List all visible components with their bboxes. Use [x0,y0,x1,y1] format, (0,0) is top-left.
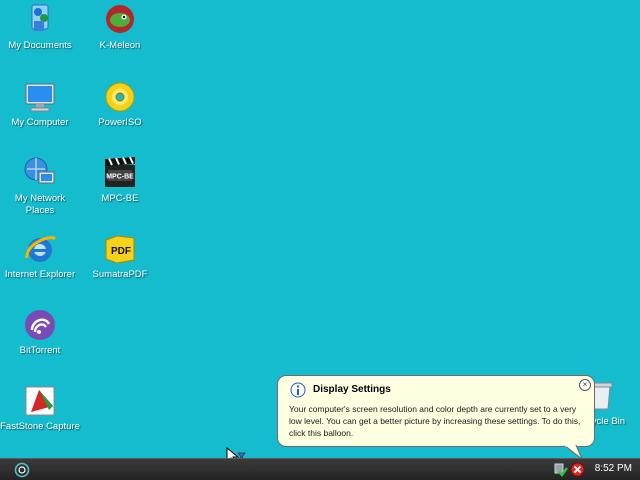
display-settings-balloon[interactable]: Display Settings × Your computer's scree… [277,375,595,447]
k-meleon-icon [106,5,134,33]
svg-text:MPC-BE: MPC-BE [106,174,134,181]
mpc-be-icon: MPC-BE [105,156,135,187]
balloon-close-button[interactable]: × [579,379,591,391]
desktop-icon-label: BitTorrent [19,345,61,356]
info-icon [290,382,306,398]
desktop-icon-sumatrapdf[interactable]: PDF SumatraPDF [80,232,160,281]
desktop-icon-label: Internet Explorer [4,269,76,280]
start-button-icon[interactable] [14,462,30,478]
network-places-icon [24,157,55,184]
my-documents-icon [31,4,49,31]
desktop-icon-label: My Computer [11,117,69,128]
desktop-icon-internet-explorer[interactable]: Internet Explorer [0,232,80,281]
desktop-icon-bittorrent[interactable]: BitTorrent [0,308,80,357]
taskbar: 8:52 PM [0,458,640,480]
desktop-icon-label: K-Meleon [99,40,141,51]
desktop-icon-label: PowerISO [98,117,142,128]
security-alert-icon[interactable] [570,462,585,477]
desktop-icon-label: MPC-BE [101,193,139,204]
sumatrapdf-icon: PDF [105,235,135,264]
balloon-title: Display Settings [313,384,391,395]
svg-text:PDF: PDF [111,246,131,257]
balloon-message: Your computer's screen resolution and co… [289,404,581,438]
my-computer-icon [25,83,55,112]
desktop-icon-label: My Documents [8,40,72,51]
desktop-icon-my-network-places[interactable]: My Network Places [0,156,80,217]
system-tray: 8:52 PM [548,459,640,480]
desktop-icon-my-computer[interactable]: My Computer [0,80,80,129]
desktop-icon-k-meleon[interactable]: K-Meleon [80,3,160,52]
network-status-icon[interactable] [553,462,568,477]
desktop-icon-faststone-capture[interactable]: FastStone Capture [0,384,80,433]
desktop-icon-label: FastStone Capture [0,421,80,432]
internet-explorer-icon [25,236,57,262]
desktop-icon-poweriso[interactable]: PowerISO [80,80,160,129]
desktop-icon-mpc-be[interactable]: MPC-BE MPC-BE [80,156,160,205]
faststone-capture-icon [25,386,55,416]
taskbar-clock[interactable]: 8:52 PM [595,463,632,474]
desktop-icon-my-documents[interactable]: My Documents [0,3,80,52]
desktop-icon-label: My Network Places [14,193,66,216]
desktop-icon-label: SumatraPDF [92,269,148,280]
bittorrent-icon [25,310,55,340]
poweriso-icon [105,82,135,112]
